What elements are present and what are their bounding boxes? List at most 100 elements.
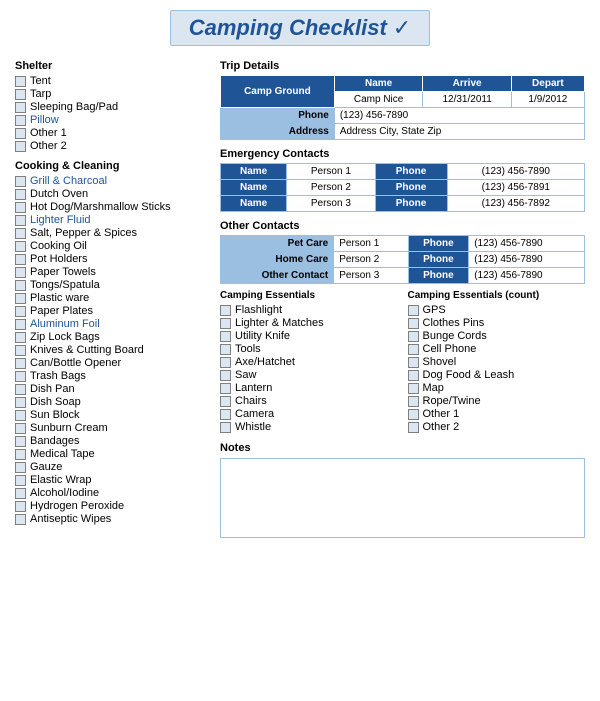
checkbox[interactable]: [408, 305, 419, 316]
notes-section-title: Notes: [220, 442, 585, 454]
oc-number: (123) 456-7890: [469, 236, 585, 252]
checkbox[interactable]: [15, 267, 26, 278]
checkbox[interactable]: [15, 475, 26, 486]
checkbox[interactable]: [220, 422, 231, 433]
other-contacts-section-title: Other Contacts: [220, 220, 585, 232]
item-label: Gauze: [30, 461, 62, 473]
left-column: Shelter TentTarpSleeping Bag/PadPillowOt…: [15, 60, 210, 538]
checkbox[interactable]: [220, 357, 231, 368]
item-label: Shovel: [423, 356, 457, 368]
item-label: Saw: [235, 369, 256, 381]
checkbox[interactable]: [15, 280, 26, 291]
checkbox[interactable]: [408, 409, 419, 420]
item-label: Chairs: [235, 395, 267, 407]
item-label: Hydrogen Peroxide: [30, 500, 124, 512]
item-label: Tongs/Spatula: [30, 279, 100, 291]
checkbox[interactable]: [15, 115, 26, 126]
item-label: Paper Towels: [30, 266, 96, 278]
checkbox[interactable]: [15, 176, 26, 187]
checkbox[interactable]: [220, 396, 231, 407]
item-label: Whistle: [235, 421, 271, 433]
checkbox[interactable]: [15, 241, 26, 252]
item-label: Cell Phone: [423, 343, 477, 355]
item-label: Trash Bags: [30, 370, 86, 382]
item-label: Can/Bottle Opener: [30, 357, 121, 369]
title-area: Camping Checklist✓: [15, 10, 585, 46]
checkbox[interactable]: [15, 449, 26, 460]
item-label: Zip Lock Bags: [30, 331, 100, 343]
checkmark-icon: ✓: [393, 15, 411, 40]
checkbox[interactable]: [15, 436, 26, 447]
checkbox[interactable]: [15, 128, 26, 139]
checkbox[interactable]: [15, 76, 26, 87]
checkbox[interactable]: [15, 189, 26, 200]
checkbox[interactable]: [220, 331, 231, 342]
item-label: Flashlight: [235, 304, 282, 316]
depart-header: Depart: [511, 76, 584, 92]
checkbox[interactable]: [220, 318, 231, 329]
checkbox[interactable]: [408, 318, 419, 329]
ec-person: Person 2: [287, 180, 375, 196]
checkbox[interactable]: [408, 357, 419, 368]
checkbox[interactable]: [15, 215, 26, 226]
checkbox[interactable]: [15, 384, 26, 395]
list-item: Lantern: [220, 382, 398, 394]
checkbox[interactable]: [220, 305, 231, 316]
list-item: Paper Plates: [15, 305, 210, 317]
oc-person: Person 1: [334, 236, 408, 252]
table-row: Pet Care Person 1 Phone (123) 456-7890: [221, 236, 585, 252]
checkbox[interactable]: [15, 293, 26, 304]
checkbox[interactable]: [15, 488, 26, 499]
list-item: Lighter & Matches: [220, 317, 398, 329]
notes-box[interactable]: [220, 458, 585, 538]
camp-ground-header: Camp Ground: [221, 76, 335, 108]
checkbox[interactable]: [15, 462, 26, 473]
checkbox[interactable]: [15, 141, 26, 152]
checkbox[interactable]: [15, 371, 26, 382]
checkbox[interactable]: [408, 370, 419, 381]
checkbox[interactable]: [408, 396, 419, 407]
checkbox[interactable]: [15, 306, 26, 317]
ec-phone-hdr: Phone: [375, 164, 447, 180]
ec-name-hdr: Name: [221, 196, 287, 212]
checkbox[interactable]: [15, 319, 26, 330]
checkbox[interactable]: [15, 514, 26, 525]
item-label: Alcohol/Iodine: [30, 487, 99, 499]
list-item: Whistle: [220, 421, 398, 433]
checkbox[interactable]: [408, 331, 419, 342]
oc-label: Pet Care: [221, 236, 334, 252]
checkbox[interactable]: [15, 102, 26, 113]
ec-phone-hdr: Phone: [375, 180, 447, 196]
checkbox[interactable]: [220, 383, 231, 394]
item-label: Cooking Oil: [30, 240, 87, 252]
checkbox[interactable]: [15, 202, 26, 213]
checkbox[interactable]: [15, 228, 26, 239]
checkbox[interactable]: [15, 254, 26, 265]
item-label: Clothes Pins: [423, 317, 485, 329]
checkbox[interactable]: [220, 344, 231, 355]
checkbox[interactable]: [15, 397, 26, 408]
checkbox[interactable]: [15, 332, 26, 343]
trip-table: Camp Ground Name Arrive Depart Camp Nice…: [220, 75, 585, 140]
checkbox[interactable]: [220, 409, 231, 420]
checkbox[interactable]: [408, 383, 419, 394]
checkbox[interactable]: [408, 422, 419, 433]
essentials-col1: Camping Essentials FlashlightLighter & M…: [220, 290, 398, 434]
checkbox[interactable]: [15, 423, 26, 434]
list-item: Camera: [220, 408, 398, 420]
list-item: Saw: [220, 369, 398, 381]
checkbox[interactable]: [15, 410, 26, 421]
list-item: Sleeping Bag/Pad: [15, 101, 210, 113]
list-item: Pot Holders: [15, 253, 210, 265]
item-label: Lighter Fluid: [30, 214, 91, 226]
checkbox[interactable]: [15, 358, 26, 369]
checkbox[interactable]: [15, 345, 26, 356]
checkbox[interactable]: [15, 89, 26, 100]
item-label: Tent: [30, 75, 51, 87]
item-label: Bandages: [30, 435, 80, 447]
checkbox[interactable]: [220, 370, 231, 381]
item-label: Pillow: [30, 114, 59, 126]
checkbox[interactable]: [408, 344, 419, 355]
checkbox[interactable]: [15, 501, 26, 512]
item-label: GPS: [423, 304, 446, 316]
